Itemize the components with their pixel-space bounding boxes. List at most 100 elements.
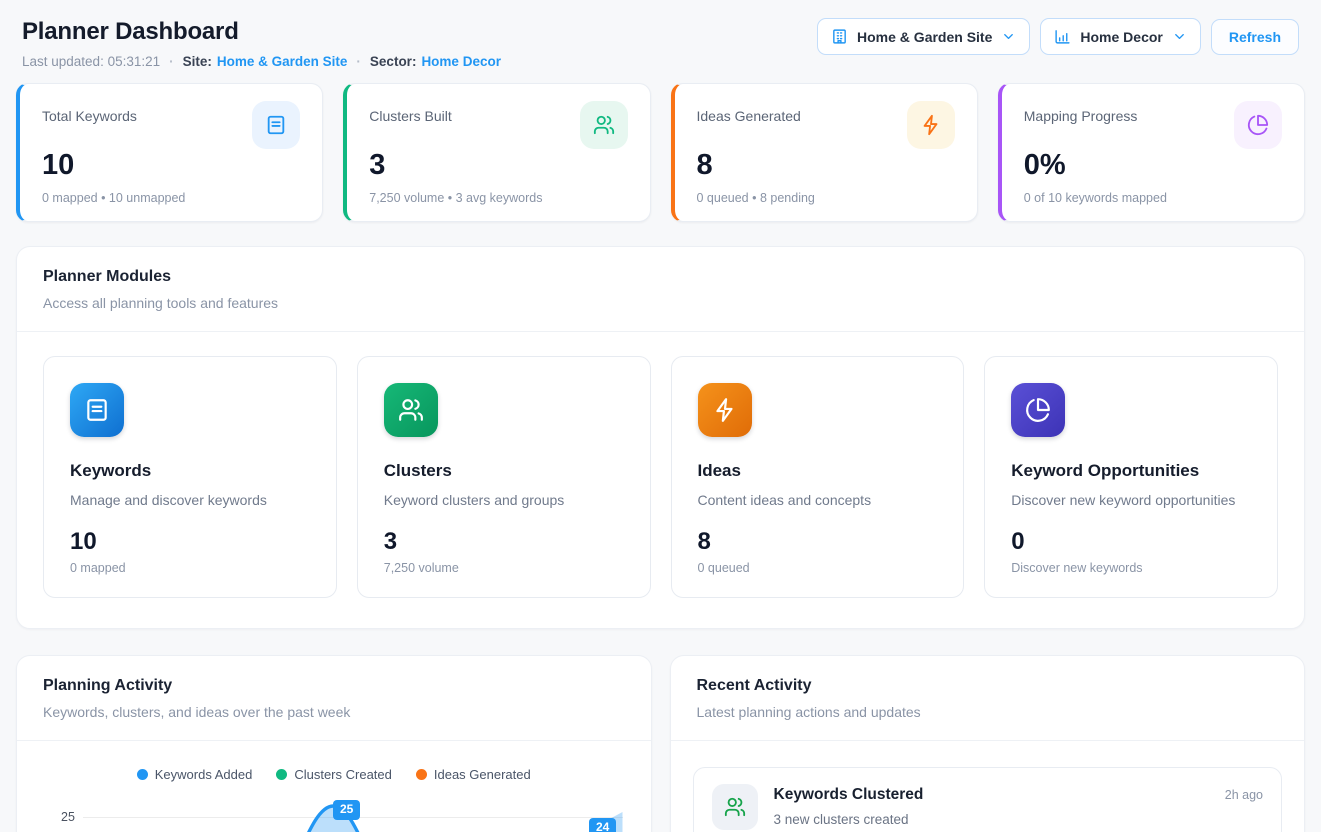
users-icon [384, 383, 438, 437]
sector-link[interactable]: Home Decor [421, 54, 501, 69]
stat-value: 3 [369, 149, 627, 182]
sector-selector-dropdown[interactable]: Home Decor [1040, 18, 1200, 55]
site-selector-dropdown[interactable]: Home & Garden Site [817, 18, 1030, 55]
module-description: Content ideas and concepts [698, 492, 938, 508]
chevron-down-icon [1001, 29, 1016, 44]
chevron-down-icon [1172, 29, 1187, 44]
legend-item-ideas-generated: Ideas Generated [416, 767, 531, 782]
stat-subtext: 0 queued • 8 pending [697, 191, 955, 205]
module-subtext: 7,250 volume [384, 561, 624, 575]
site-link[interactable]: Home & Garden Site [217, 54, 348, 69]
sector-selector-label: Home Decor [1080, 29, 1162, 45]
module-value: 10 [70, 528, 310, 556]
activity-item-keywords-clustered: Keywords Clustered 2h ago 3 new clusters… [693, 767, 1283, 832]
stat-label: Clusters Built [369, 101, 451, 124]
modules-grid: Keywords Manage and discover keywords 10… [17, 332, 1304, 628]
pie-chart-icon [1011, 383, 1065, 437]
planner-modules-header: Planner Modules Access all planning tool… [17, 247, 1304, 332]
module-card-keywords[interactable]: Keywords Manage and discover keywords 10… [43, 356, 337, 598]
chart-plot-area: 25 25 24 [37, 794, 631, 832]
header-meta: Last updated: 05:31:21 · Site: Home & Ga… [22, 54, 501, 69]
recent-activity-header: Recent Activity Latest planning actions … [671, 656, 1305, 741]
planner-dashboard-page: Planner Dashboard Last updated: 05:31:21… [0, 0, 1321, 832]
module-title: Keywords [70, 461, 310, 481]
planning-activity-subtitle: Keywords, clusters, and ideas over the p… [43, 704, 625, 720]
recent-activity-panel: Recent Activity Latest planning actions … [670, 655, 1306, 832]
legend-dot-icon [416, 769, 427, 780]
stat-value: 10 [42, 149, 300, 182]
building-icon [831, 28, 848, 45]
header-left: Planner Dashboard Last updated: 05:31:21… [22, 18, 501, 69]
activity-chart: Keywords Added Clusters Created Ideas Ge… [17, 741, 651, 832]
users-icon [580, 101, 628, 149]
last-updated-text: Last updated: 05:31:21 [22, 54, 160, 69]
meta-separator: · [356, 54, 361, 69]
site-selector-label: Home & Garden Site [857, 29, 992, 45]
legend-label: Clusters Created [294, 767, 392, 782]
module-subtext: 0 mapped [70, 561, 310, 575]
stat-label: Total Keywords [42, 101, 137, 124]
site-label: Site: [183, 54, 212, 69]
planning-activity-panel: Planning Activity Keywords, clusters, an… [16, 655, 652, 832]
module-description: Discover new keyword opportunities [1011, 492, 1251, 508]
data-point-label: 24 [589, 818, 616, 832]
module-subtext: Discover new keywords [1011, 561, 1251, 575]
legend-label: Ideas Generated [434, 767, 531, 782]
planning-activity-header: Planning Activity Keywords, clusters, an… [17, 656, 651, 741]
bottom-row: Planning Activity Keywords, clusters, an… [16, 655, 1305, 832]
planning-activity-title: Planning Activity [43, 677, 625, 695]
stat-top: Clusters Built [369, 101, 627, 149]
legend-item-clusters-created: Clusters Created [276, 767, 392, 782]
activity-item-time: 2h ago [1225, 786, 1263, 802]
planner-modules-title: Planner Modules [43, 268, 1278, 286]
recent-activity-subtitle: Latest planning actions and updates [697, 704, 1279, 720]
activity-item-content: Keywords Clustered 2h ago 3 new clusters… [774, 784, 1264, 827]
module-card-clusters[interactable]: Clusters Keyword clusters and groups 3 7… [357, 356, 651, 598]
module-title: Keyword Opportunities [1011, 461, 1251, 481]
data-point-label: 25 [333, 800, 360, 820]
document-icon [70, 383, 124, 437]
stat-value: 0% [1024, 149, 1282, 182]
module-description: Manage and discover keywords [70, 492, 310, 508]
column-chart-icon [1054, 28, 1071, 45]
meta-separator: · [169, 54, 174, 69]
module-card-keyword-opportunities[interactable]: Keyword Opportunities Discover new keywo… [984, 356, 1278, 598]
module-subtext: 0 queued [698, 561, 938, 575]
sector-label: Sector: [370, 54, 417, 69]
stat-top: Mapping Progress [1024, 101, 1282, 149]
module-card-ideas[interactable]: Ideas Content ideas and concepts 8 0 que… [671, 356, 965, 598]
module-title: Ideas [698, 461, 938, 481]
refresh-button[interactable]: Refresh [1211, 19, 1299, 55]
chart-legend: Keywords Added Clusters Created Ideas Ge… [37, 767, 631, 782]
module-title: Clusters [384, 461, 624, 481]
legend-item-keywords-added: Keywords Added [137, 767, 253, 782]
stat-label: Ideas Generated [697, 101, 801, 124]
activity-list: Keywords Clustered 2h ago 3 new clusters… [671, 741, 1305, 832]
stat-card-ideas-generated: Ideas Generated 8 0 queued • 8 pending [671, 83, 978, 222]
legend-dot-icon [276, 769, 287, 780]
stat-card-clusters-built: Clusters Built 3 7,250 volume • 3 avg ke… [343, 83, 650, 222]
stat-subtext: 0 of 10 keywords mapped [1024, 191, 1282, 205]
y-axis-tick: 25 [61, 810, 75, 824]
planner-modules-subtitle: Access all planning tools and features [43, 295, 1278, 311]
header-controls: Home & Garden Site Home Decor Refresh [817, 18, 1299, 55]
activity-item-description: 3 new clusters created [774, 812, 1264, 827]
page-title: Planner Dashboard [22, 18, 501, 46]
users-icon [712, 784, 758, 830]
planner-modules-panel: Planner Modules Access all planning tool… [16, 246, 1305, 629]
stats-row: Total Keywords 10 0 mapped • 10 unmapped… [16, 83, 1305, 222]
module-value: 3 [384, 528, 624, 556]
recent-activity-title: Recent Activity [697, 677, 1279, 695]
pie-chart-icon [1234, 101, 1282, 149]
stat-label: Mapping Progress [1024, 101, 1138, 124]
module-description: Keyword clusters and groups [384, 492, 624, 508]
module-value: 0 [1011, 528, 1251, 556]
document-icon [252, 101, 300, 149]
lightning-icon [698, 383, 752, 437]
legend-dot-icon [137, 769, 148, 780]
stat-subtext: 7,250 volume • 3 avg keywords [369, 191, 627, 205]
lightning-icon [907, 101, 955, 149]
page-header: Planner Dashboard Last updated: 05:31:21… [16, 14, 1305, 69]
module-value: 8 [698, 528, 938, 556]
stat-card-mapping-progress: Mapping Progress 0% 0 of 10 keywords map… [998, 83, 1305, 222]
